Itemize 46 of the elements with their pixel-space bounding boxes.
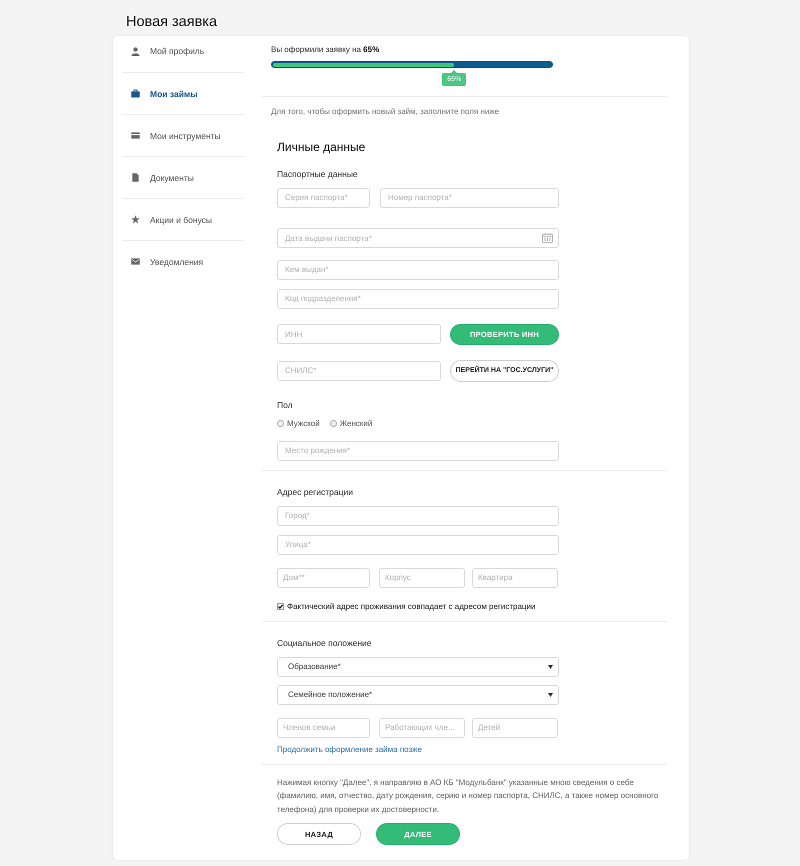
- radio-option[interactable]: Мужской: [277, 418, 320, 428]
- input-field[interactable]: Город*: [277, 506, 559, 526]
- input-field[interactable]: Кем выдан*: [277, 260, 559, 280]
- sidebar-item[interactable]: Документы: [122, 156, 244, 198]
- document-icon: [131, 173, 140, 182]
- calendar-icon: [542, 232, 553, 242]
- input-field[interactable]: Серия паспорта*: [277, 188, 370, 208]
- input-field[interactable]: Детей: [472, 718, 558, 738]
- caret-icon: [548, 664, 553, 668]
- input-field[interactable]: ИНН: [277, 324, 441, 344]
- input-field[interactable]: Корпус: [379, 568, 465, 588]
- select-field[interactable]: Образование*: [277, 656, 559, 676]
- star-icon: [131, 215, 140, 224]
- progress-caption: Вы оформили заявку на 65%: [271, 45, 380, 55]
- checkbox-option[interactable]: Фактический адрес проживания совпадает с адресом регистрации: [277, 600, 667, 612]
- envelope-icon: [131, 257, 140, 266]
- sidebar-item[interactable]: Мой профиль: [122, 36, 244, 72]
- field-label: Пол: [277, 400, 294, 410]
- input-field[interactable]: Место рождения*: [277, 440, 559, 460]
- caret-icon: [548, 692, 553, 696]
- date-field[interactable]: Дата выдачи паспорта*: [277, 228, 559, 248]
- input-field[interactable]: Улица*: [277, 534, 559, 554]
- input-field[interactable]: Код подразделения*: [277, 288, 559, 308]
- section-heading: Адрес регистрации: [277, 486, 354, 498]
- sidebar-item[interactable]: Уведомления: [122, 240, 244, 282]
- section-heading: Социальное положение: [277, 638, 373, 648]
- sidebar-item[interactable]: Мои инструменты: [122, 114, 244, 156]
- input-field[interactable]: Номер паспорта*: [380, 188, 559, 208]
- input-field[interactable]: Членов семьи: [277, 718, 370, 738]
- sidebar-item[interactable]: Акции и бонусы: [122, 198, 244, 240]
- sidebar-item[interactable]: Мои займы: [122, 72, 244, 114]
- briefcase-icon: [131, 89, 140, 98]
- input-field[interactable]: Работающих чле...: [379, 718, 465, 738]
- input-field[interactable]: СНИЛС*: [277, 360, 441, 380]
- intro-text: Для того, чтобы оформить новый займ, заполните поля ниже: [271, 107, 500, 117]
- card-icon: [131, 131, 140, 140]
- consent-text: Нажимая кнопку "Далее", я направляю в АО КБ "Модульбанк" указанные мною сведения о себе (фамилию, имя, отчество, дату рождения, серию и номер паспорта, СНИЛС, а также номер основного телефона) для проверки их достоверности.: [277, 776, 660, 816]
- section-heading: Паспортные данные: [277, 168, 359, 180]
- page-title: Новая заявка: [125, 13, 218, 32]
- continue-later-link[interactable]: Продолжить оформление займа позже: [277, 744, 422, 754]
- input-field[interactable]: Квартира: [472, 568, 558, 588]
- select-field[interactable]: Семейное положение*: [277, 684, 559, 704]
- input-field[interactable]: Дом**: [277, 568, 370, 588]
- user-icon: [131, 46, 140, 56]
- radio-option[interactable]: Женский: [330, 418, 372, 428]
- section-title: Личные данные: [277, 140, 366, 154]
